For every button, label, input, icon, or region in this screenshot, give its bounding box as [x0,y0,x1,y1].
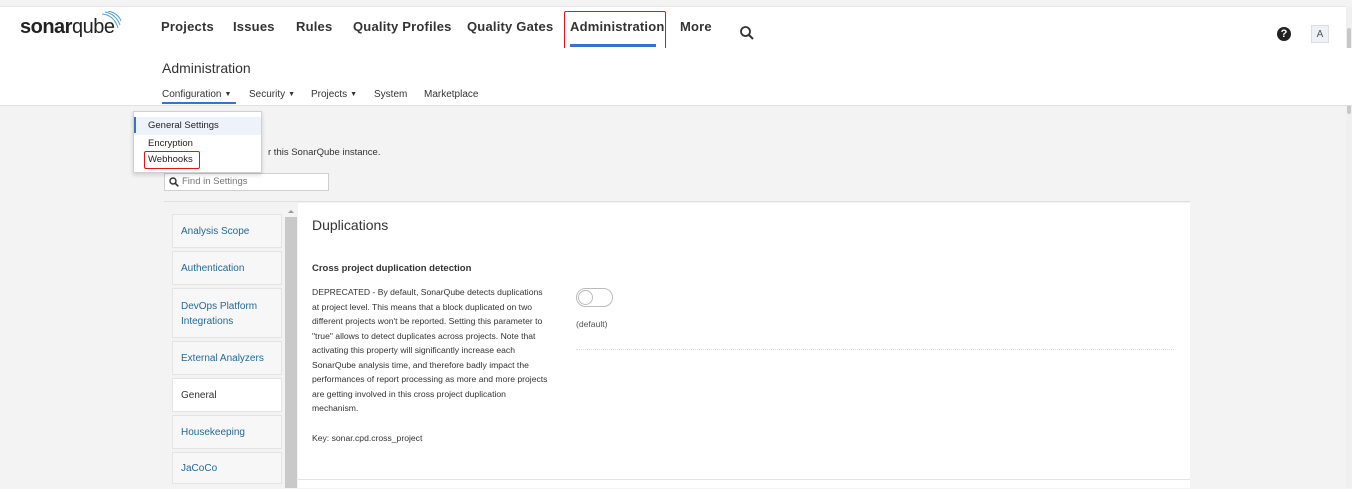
tab-projects-label: Projects [311,89,348,100]
setting-key: Key: sonar.cpd.cross_project [312,433,423,443]
tab-marketplace[interactable]: Marketplace [424,89,478,100]
menu-item-encryption[interactable]: Encryption [148,138,193,149]
scroll-up-arrow-icon [288,210,294,213]
user-avatar[interactable]: A [1311,25,1329,43]
category-authentication[interactable]: Authentication [172,251,282,285]
section-divider [298,479,1190,480]
category-scroll-up[interactable] [285,205,297,217]
annotation-highlight-administration [564,11,666,51]
caret-down-icon: ▼ [288,91,296,98]
setting-default-label: (default) [576,319,608,329]
dropdown-active-indicator [134,117,136,133]
page-title: Administration [162,60,251,76]
logo-text-bold: sonar [20,16,72,38]
cross-project-duplication-toggle[interactable] [576,288,613,307]
top-navbar: sonarqube Projects Issues Rules Quality … [0,6,1352,51]
setting-name: Cross project duplication detection [312,263,472,274]
nav-more[interactable]: More [680,19,712,34]
tab-security-label: Security [249,89,286,100]
nav-rules[interactable]: Rules [296,19,332,34]
category-external-analyzers[interactable]: External Analyzers [172,341,282,375]
category-devops-platform-integrations[interactable]: DevOps Platform Integrations [172,288,282,338]
tab-active-indicator [162,102,236,104]
category-list-scrollbar[interactable] [285,205,297,488]
search-icon[interactable] [740,26,754,40]
setting-divider [576,349,1174,350]
category-analysis-scope[interactable]: Analysis Scope [172,214,282,248]
category-jacoco[interactable]: JaCoCo [172,452,282,484]
caret-down-icon: ▼ [224,91,232,98]
caret-down-icon: ▼ [350,91,358,98]
tab-configuration[interactable]: Configuration ▼ [162,89,231,100]
nav-quality-profiles[interactable]: Quality Profiles [353,19,452,34]
page-description: r this SonarQube instance. [268,147,381,158]
nav-quality-gates[interactable]: Quality Gates [467,19,553,34]
help-icon[interactable]: ? [1277,27,1291,41]
menu-item-general-settings[interactable]: General Settings [148,120,219,131]
annotation-highlight-webhooks [144,151,200,169]
settings-search-input[interactable] [182,176,322,187]
nav-issues[interactable]: Issues [233,19,275,34]
setting-description: DEPRECATED - By default, SonarQube detec… [312,287,548,413]
category-housekeeping[interactable]: Housekeeping [172,415,282,449]
category-general[interactable]: General [172,378,282,412]
search-icon [169,177,179,187]
admin-subheader: Administration Configuration ▼ Security ▼ … [0,48,1352,106]
nav-projects[interactable]: Projects [161,19,214,34]
tab-system[interactable]: System [374,89,407,100]
logo-waves-icon [101,11,122,29]
section-title: Duplications [312,217,389,233]
tab-projects[interactable]: Projects ▼ [311,89,357,100]
toggle-knob [578,290,593,305]
tab-security[interactable]: Security ▼ [249,89,295,100]
settings-search-box[interactable] [164,173,329,191]
tab-configuration-label: Configuration [162,89,222,100]
